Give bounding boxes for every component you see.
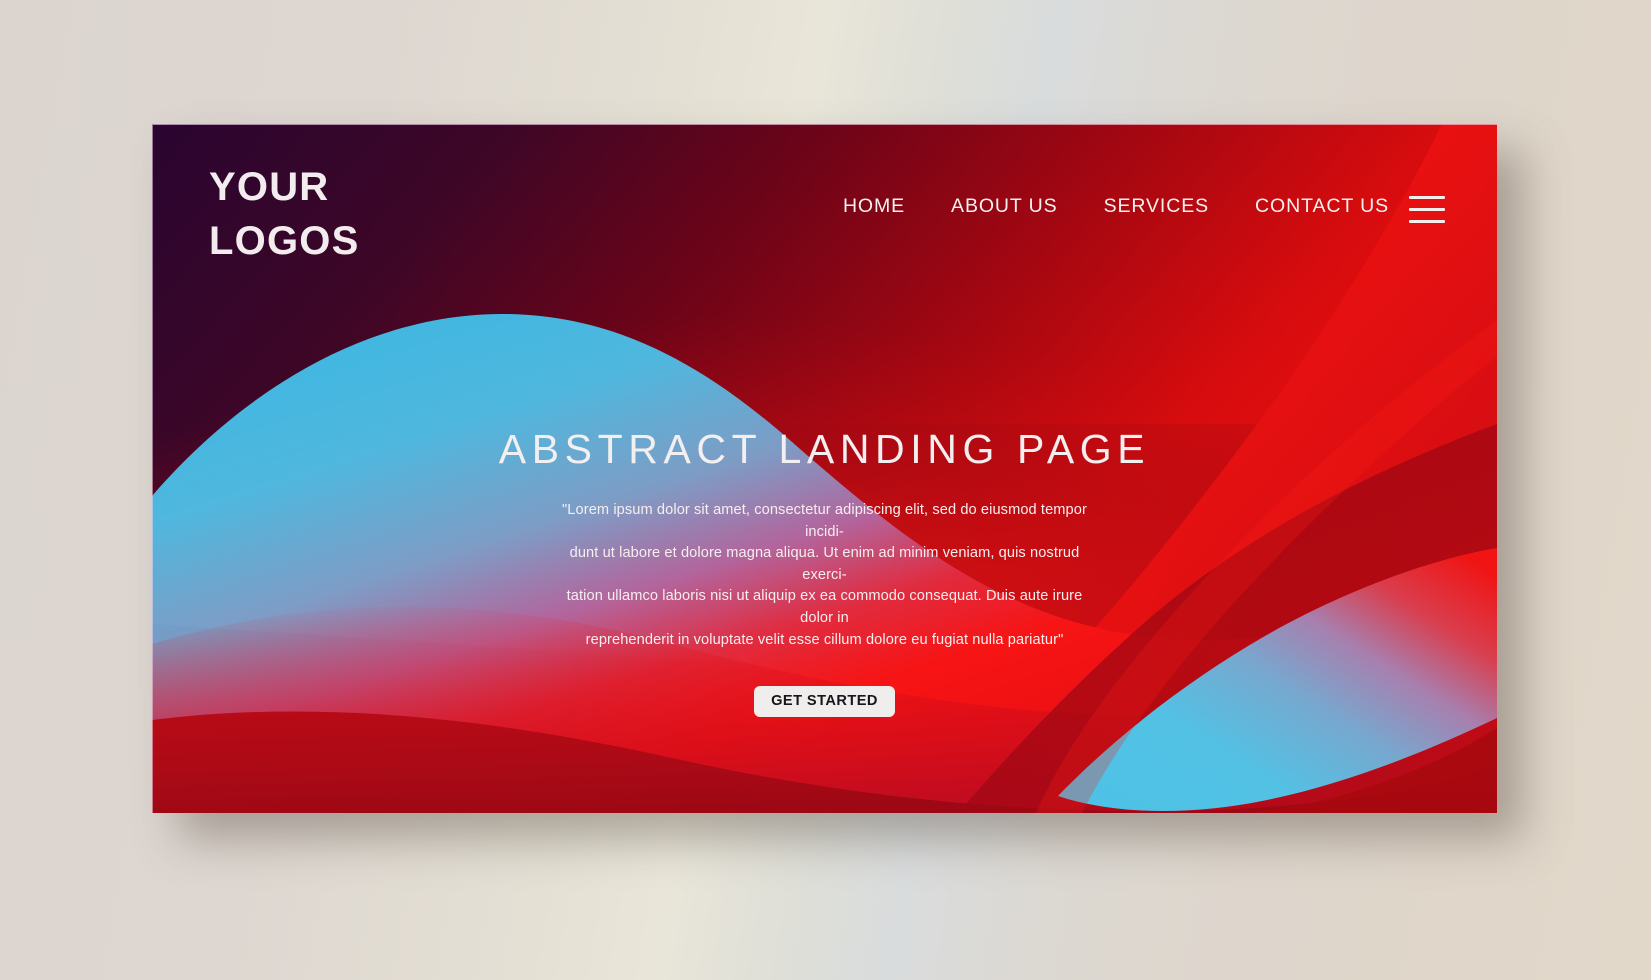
hero-paragraph-line-4: reprehenderit in voluptate velit esse ci…	[585, 631, 1064, 648]
hero-title: ABSTRACT LANDING PAGE	[498, 426, 1151, 472]
hamburger-bar-bottom	[1409, 219, 1445, 223]
card-content: YOUR LOGOS HOME ABOUT US SERVICES CONTAC…	[152, 124, 1497, 813]
hamburger-bar-middle	[1409, 207, 1445, 212]
main-navigation: HOME ABOUT US SERVICES CONTACT US	[843, 195, 1389, 218]
brand-logo-line-2: LOGOS	[209, 219, 360, 264]
landing-page-card: YOUR LOGOS HOME ABOUT US SERVICES CONTAC…	[152, 124, 1497, 813]
brand-logo-line-1: YOUR	[209, 165, 330, 209]
hero-paragraph-line-1: "Lorem ipsum dolor sit amet, consectetur…	[562, 502, 1087, 540]
hero-paragraph: "Lorem ipsum dolor sit amet, consectetur…	[557, 500, 1093, 651]
hamburger-bar-top	[1409, 196, 1445, 200]
brand-logo[interactable]: YOUR LOGOS	[209, 160, 359, 269]
nav-item-about-us[interactable]: ABOUT US	[951, 195, 1058, 218]
hamburger-icon[interactable]	[1409, 196, 1445, 223]
screenshot-stage: YOUR LOGOS HOME ABOUT US SERVICES CONTAC…	[0, 0, 1651, 980]
hero-paragraph-line-3: tation ullamco laboris nisi ut aliquip e…	[566, 588, 1083, 626]
nav-item-home[interactable]: HOME	[843, 195, 905, 218]
nav-item-contact-us[interactable]: CONTACT US	[1255, 195, 1389, 218]
hero-paragraph-line-2: dunt ut labore et dolore magna aliqua. U…	[569, 545, 1080, 583]
nav-item-services[interactable]: SERVICES	[1104, 195, 1209, 218]
cta-row: GET STARTED	[242, 686, 1407, 718]
get-started-button[interactable]: GET STARTED	[754, 686, 895, 718]
hero-section: ABSTRACT LANDING PAGE "Lorem ipsum dolor…	[152, 426, 1497, 718]
